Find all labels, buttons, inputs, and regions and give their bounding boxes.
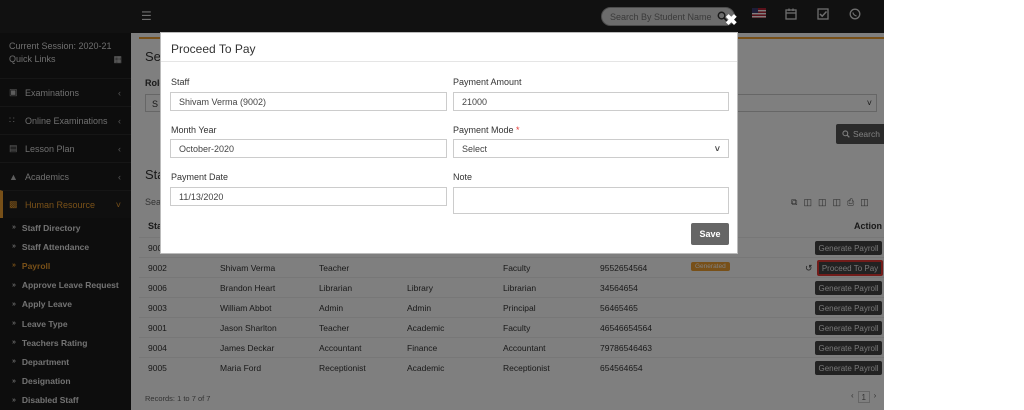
modal-header: Proceed To Pay	[161, 33, 737, 62]
payment-date-field[interactable]: 11/13/2020	[170, 187, 447, 206]
payment-amount-label: Payment Amount	[453, 77, 522, 87]
save-button[interactable]: Save	[691, 223, 729, 245]
payment-mode-select[interactable]: Select ˅	[453, 139, 729, 158]
modal-title: Proceed To Pay	[171, 42, 256, 56]
required-marker: *	[516, 125, 520, 135]
month-year-label: Month Year	[171, 125, 217, 135]
chevron-down-icon: ˅	[714, 143, 720, 154]
payment-mode-label-text: Payment Mode	[453, 125, 514, 135]
note-textarea[interactable]	[453, 187, 729, 214]
close-icon[interactable]: ✖	[725, 11, 738, 29]
note-label: Note	[453, 172, 473, 182]
staff-field[interactable]: Shivam Verma (9002)	[170, 92, 447, 111]
payment-amount-field[interactable]: 21000	[453, 92, 729, 111]
payment-date-label: Payment Date	[171, 172, 229, 182]
month-year-field[interactable]: October-2020	[170, 139, 447, 158]
staff-label: Staff	[171, 77, 190, 87]
proceed-to-pay-modal: Proceed To Pay Staff Shivam Verma (9002)…	[160, 32, 738, 254]
payment-mode-label: Payment Mode *	[453, 125, 520, 135]
blank-area	[884, 0, 1024, 410]
payment-mode-value: Select	[462, 143, 488, 154]
